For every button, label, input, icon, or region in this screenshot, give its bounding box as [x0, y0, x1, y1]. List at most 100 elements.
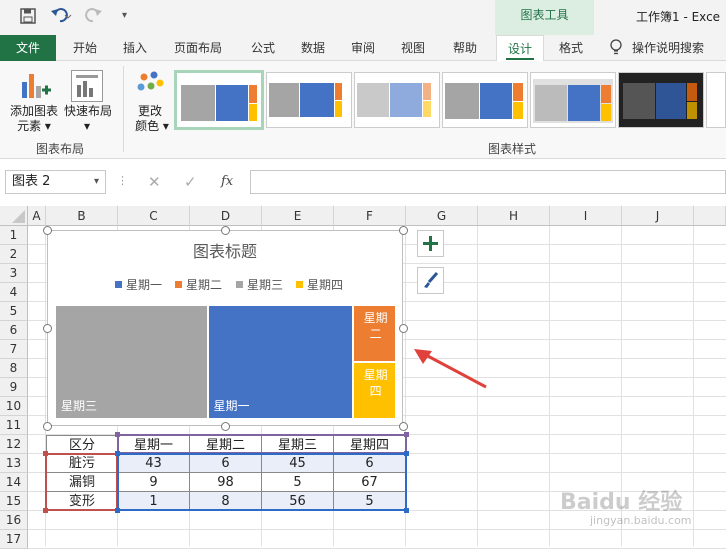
table-header-cell[interactable]: 星期四	[334, 435, 406, 454]
range-corner-handle[interactable]	[115, 508, 120, 513]
range-corner-handle[interactable]	[404, 451, 409, 456]
add-chart-element-label-1[interactable]: 添加图表	[8, 104, 60, 119]
range-corner-handle[interactable]	[43, 451, 48, 456]
chart-resize-handle[interactable]	[221, 226, 230, 235]
row-header-10[interactable]: 10	[0, 397, 28, 416]
chart-style-3[interactable]	[354, 72, 440, 128]
table-cell[interactable]: 8	[190, 492, 262, 511]
range-corner-handle[interactable]	[115, 432, 120, 437]
row-header-17[interactable]: 17	[0, 530, 28, 549]
column-header-c[interactable]: C	[118, 206, 190, 226]
tab-design[interactable]: 设计	[496, 35, 544, 62]
tab-home[interactable]: 开始	[60, 35, 110, 61]
redo-icon[interactable]	[85, 6, 107, 28]
table-cell[interactable]: 1	[118, 492, 190, 511]
quick-layout-dropdown-icon[interactable]: ▾	[79, 119, 95, 134]
chart-resize-handle[interactable]	[221, 422, 230, 431]
chart-style-7-partial[interactable]	[706, 72, 726, 128]
column-header-b[interactable]: B	[46, 206, 118, 226]
quick-layout-label[interactable]: 快速布局	[60, 104, 116, 119]
table-cell[interactable]: 45	[262, 454, 334, 473]
column-header-i[interactable]: I	[550, 206, 622, 226]
insert-function-icon[interactable]: fx	[221, 174, 233, 189]
add-chart-element-button[interactable]	[20, 68, 52, 105]
row-header-5[interactable]: 5	[0, 302, 28, 321]
table-cell[interactable]: 5	[334, 492, 406, 511]
legend-item-monday[interactable]: 星期一	[115, 276, 162, 293]
row-header-12[interactable]: 12	[0, 435, 28, 454]
row-header-1[interactable]: 1	[0, 226, 28, 245]
chevron-down-icon[interactable]: ▾	[94, 171, 99, 193]
row-header-7[interactable]: 7	[0, 340, 28, 359]
row-header-13[interactable]: 13	[0, 454, 28, 473]
quick-layout-icon[interactable]	[71, 70, 103, 102]
tab-page-layout[interactable]: 页面布局	[162, 35, 234, 61]
tab-insert[interactable]: 插入	[112, 35, 158, 61]
undo-icon[interactable]	[50, 6, 72, 28]
chart-style-2[interactable]	[266, 72, 352, 128]
formula-input[interactable]	[250, 170, 726, 194]
tab-review[interactable]: 审阅	[340, 35, 386, 61]
table-cell[interactable]: 43	[118, 454, 190, 473]
chart-style-4[interactable]	[442, 72, 528, 128]
column-header-a[interactable]: A	[28, 206, 46, 226]
chart-resize-handle[interactable]	[399, 324, 408, 333]
chart-styles-button[interactable]	[417, 267, 444, 294]
legend-item-tuesday[interactable]: 星期二	[175, 276, 222, 293]
tab-formulas[interactable]: 公式	[240, 35, 286, 61]
row-header-16[interactable]: 16	[0, 511, 28, 530]
chart-resize-handle[interactable]	[399, 226, 408, 235]
table-cell[interactable]: 67	[334, 473, 406, 492]
table-cell[interactable]: 56	[262, 492, 334, 511]
tell-me-search[interactable]: 操作说明搜索	[632, 35, 726, 61]
row-header-15[interactable]: 15	[0, 492, 28, 511]
legend-item-wednesday[interactable]: 星期三	[236, 276, 283, 293]
table-cell[interactable]: 6	[190, 454, 262, 473]
chart-style-6[interactable]	[618, 72, 704, 128]
chart-resize-handle[interactable]	[399, 422, 408, 431]
chart-resize-handle[interactable]	[43, 422, 52, 431]
name-box[interactable]: 图表 2 ▾	[5, 170, 106, 194]
legend-item-thursday[interactable]: 星期四	[296, 276, 343, 293]
chart-style-5[interactable]	[530, 72, 616, 128]
row-header-11[interactable]: 11	[0, 416, 28, 435]
row-header-2[interactable]: 2	[0, 245, 28, 264]
chart-elements-button[interactable]	[417, 230, 444, 257]
enter-icon[interactable]: ✓	[184, 173, 197, 191]
table-header-cell[interactable]: 区分	[46, 435, 118, 454]
chart-style-1[interactable]	[174, 70, 264, 130]
range-corner-handle[interactable]	[115, 451, 120, 456]
palette-icon[interactable]	[136, 70, 166, 103]
select-all-corner[interactable]	[0, 206, 28, 226]
tab-view[interactable]: 视图	[390, 35, 436, 61]
column-header-d[interactable]: D	[190, 206, 262, 226]
table-cell[interactable]: 98	[190, 473, 262, 492]
range-corner-handle[interactable]	[404, 508, 409, 513]
change-colors-label-1[interactable]: 更改	[130, 104, 170, 119]
tab-data[interactable]: 数据	[290, 35, 336, 61]
range-corner-handle[interactable]	[404, 432, 409, 437]
column-header-k[interactable]	[694, 206, 726, 226]
column-header-e[interactable]: E	[262, 206, 334, 226]
row-header-8[interactable]: 8	[0, 359, 28, 378]
column-header-g[interactable]: G	[406, 206, 478, 226]
row-header-4[interactable]: 4	[0, 283, 28, 302]
table-cell[interactable]: 9	[118, 473, 190, 492]
table-header-cell[interactable]: 星期一	[118, 435, 190, 454]
column-header-f[interactable]: F	[334, 206, 406, 226]
table-cell[interactable]: 6	[334, 454, 406, 473]
tab-file[interactable]: 文件	[0, 35, 56, 61]
chart-title[interactable]: 图表标题	[47, 238, 403, 262]
table-cell[interactable]: 漏铜	[46, 473, 118, 492]
tab-help[interactable]: 帮助	[442, 35, 488, 61]
cancel-icon[interactable]: ✕	[148, 173, 161, 191]
tab-format[interactable]: 格式	[548, 35, 594, 61]
row-header-6[interactable]: 6	[0, 321, 28, 340]
row-header-9[interactable]: 9	[0, 378, 28, 397]
chart-resize-handle[interactable]	[43, 226, 52, 235]
column-header-j[interactable]: J	[622, 206, 694, 226]
chart-resize-handle[interactable]	[43, 324, 52, 333]
table-cell[interactable]: 变形	[46, 492, 118, 511]
row-header-3[interactable]: 3	[0, 264, 28, 283]
table-header-cell[interactable]: 星期三	[262, 435, 334, 454]
